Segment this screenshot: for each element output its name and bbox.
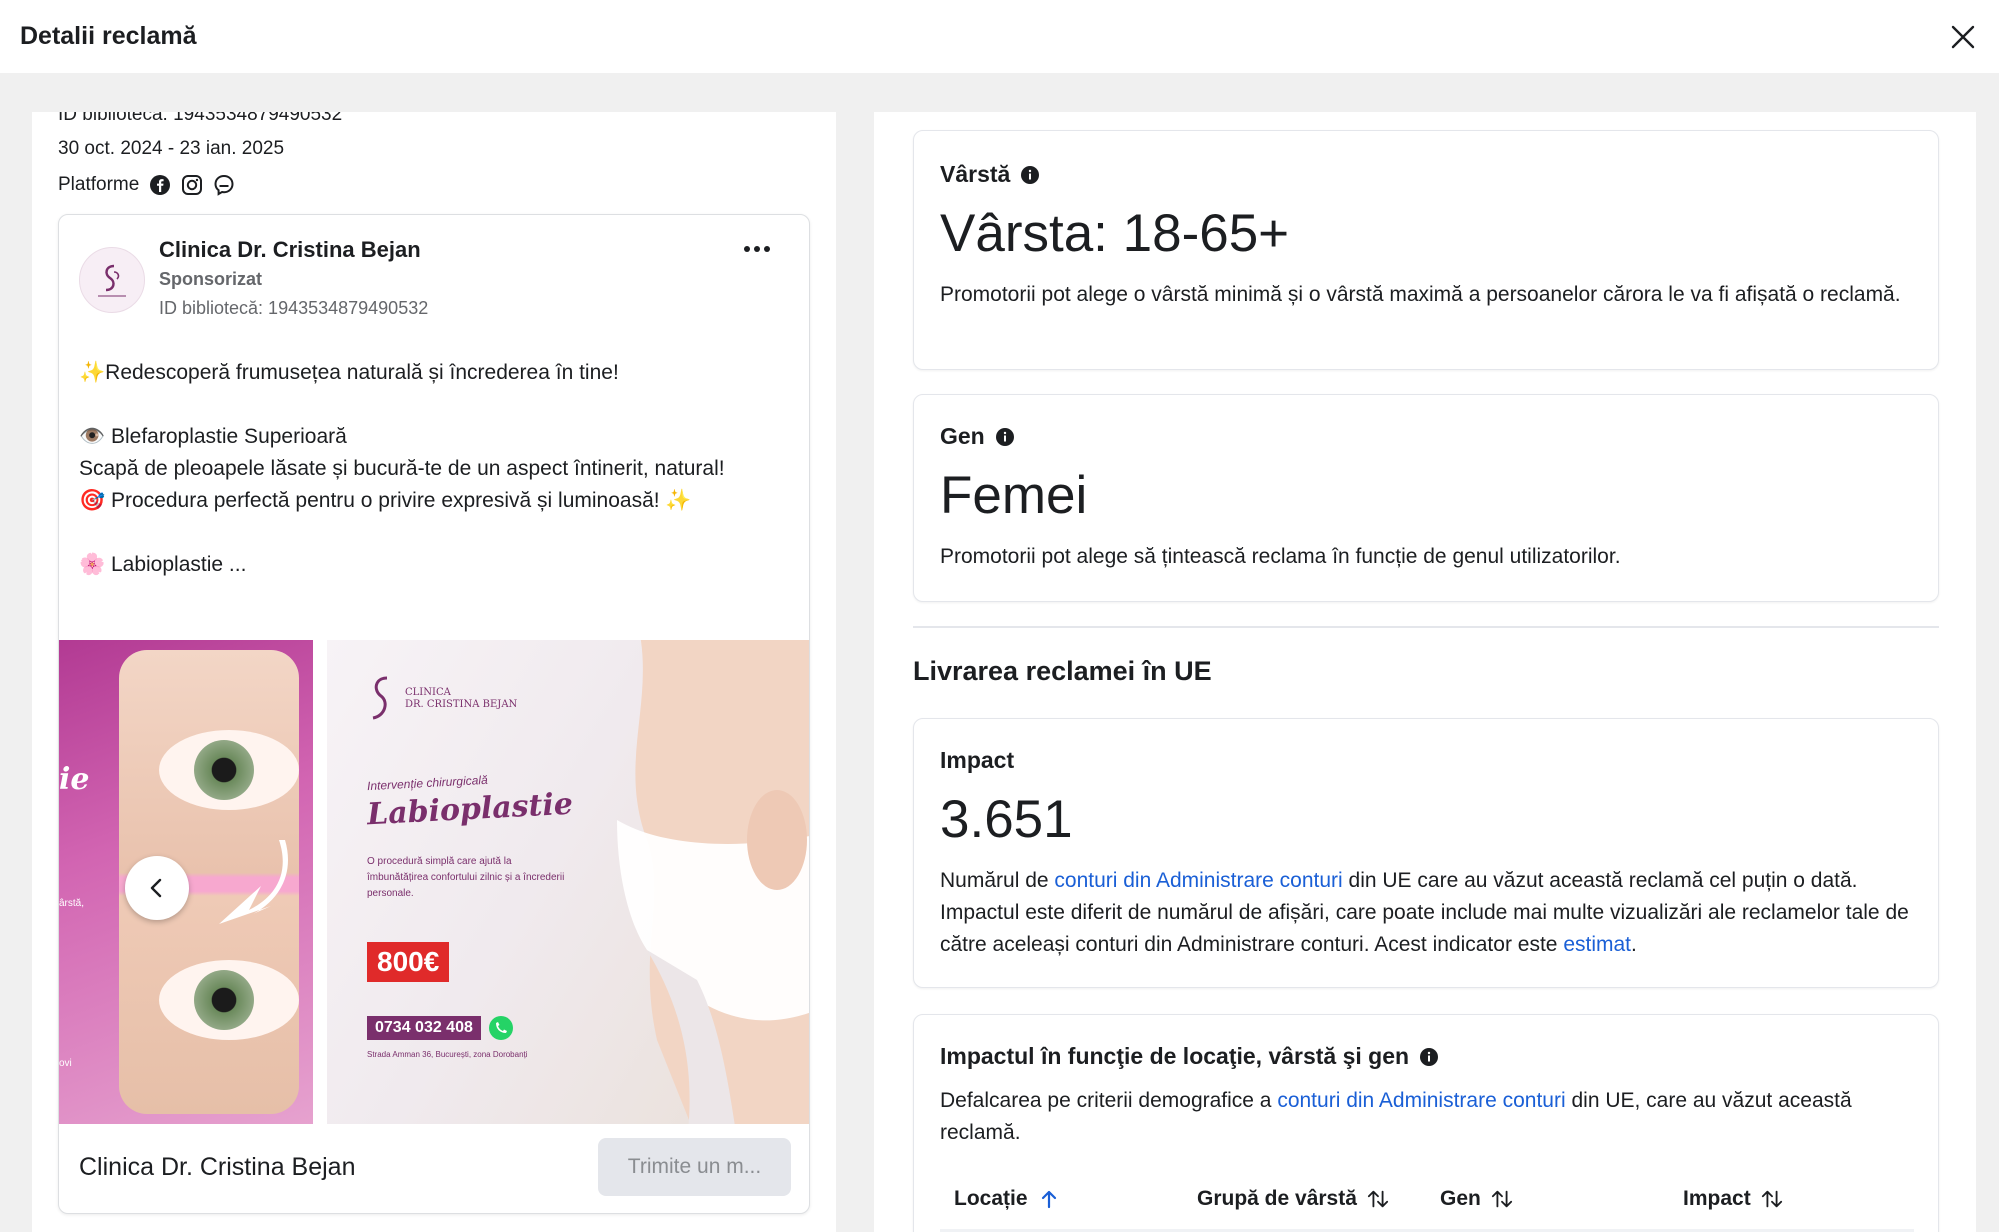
breakdown-card: Impactul în funcţie de locaţie, vârstă ş… [913, 1014, 1939, 1232]
ad-header: Clinica Dr. Cristina Bejan Sponsorizat I… [79, 235, 428, 323]
gender-card: Gen Femei Promotorii pot alege să țintea… [913, 394, 1939, 602]
age-value: Vârsta: 18-65+ [940, 204, 1290, 263]
column-label: Locație [954, 1187, 1028, 1210]
sort-icon [1367, 1188, 1389, 1210]
clinic-logo-icon [372, 676, 388, 720]
info-icon[interactable] [995, 427, 1015, 447]
ad-text-line: 🎯 Procedura perfectă pentru o privire ex… [79, 489, 692, 512]
phone-number: 0734 032 408 [367, 1016, 481, 1040]
column-label: Gen [1440, 1187, 1481, 1210]
column-header-impact[interactable]: Impact [1683, 1187, 1783, 1211]
dialog-title: Detalii reclamă [20, 22, 197, 50]
column-header-gender[interactable]: Gen [1440, 1187, 1513, 1211]
carousel-slide-labioplastie[interactable]: CLINICA DR. CRISTINA BEJAN Intervenție c… [327, 640, 809, 1124]
slide-headline-fragment: ie [59, 762, 90, 797]
library-id: ID bibliotecă: 1943534879490532 [159, 298, 429, 318]
sponsored-label: Sponsorizat [159, 269, 263, 289]
clinic-logo: CLINICA DR. CRISTINA BEJAN [367, 674, 517, 724]
ad-footer: Clinica Dr. Cristina Bejan Trimite un m.… [79, 1127, 791, 1207]
age-card: Vârstă Vârsta: 18-65+ Promotorii pot ale… [913, 130, 1939, 370]
slide-address: Strada Amman 36, București, zona Doroban… [367, 1050, 528, 1059]
slide-subtitle: Intervenție chirurgicală [366, 772, 489, 794]
whatsapp-icon [488, 1016, 513, 1040]
impact-description: Numărul de conturi din Administrare cont… [940, 865, 1920, 961]
ad-date-range: 30 oct. 2024 - 23 ian. 2025 [58, 138, 285, 159]
estimated-link[interactable]: estimat [1563, 933, 1631, 956]
clinic-logo-icon [98, 264, 126, 297]
sort-icon [1761, 1188, 1783, 1210]
eye-bottom [159, 960, 299, 1040]
slide-description: O procedură simplă care ajută la îmbunăt… [367, 856, 565, 899]
impact-title: Impact [940, 747, 1015, 773]
carousel-prev-button[interactable] [125, 856, 189, 920]
footer-advertiser-name: Clinica Dr. Cristina Bejan [79, 1152, 356, 1181]
ad-text-line: 👁️ Blefaroplastie Superioară [79, 425, 347, 448]
breakdown-title-text: Impactul în funcţie de locaţie, vârstă ş… [940, 1043, 1410, 1069]
accounts-center-link[interactable]: conturi din Administrare conturi [1054, 869, 1342, 892]
ad-text-line: ✨Redescoperă frumusețea naturală și încr… [79, 361, 619, 384]
column-header-age-group[interactable]: Grupă de vârstă [1197, 1187, 1389, 1211]
ad-body-text: ✨Redescoperă frumusețea naturală și încr… [79, 357, 799, 581]
eu-delivery-title: Livrarea reclamei în UE [913, 656, 1212, 686]
gender-value: Femei [940, 466, 1088, 525]
slide-text-fragment: ârstă, [59, 898, 85, 909]
sort-icon [1491, 1188, 1513, 1210]
age-title-text: Vârstă [940, 161, 1011, 187]
platforms-label: Platforme [58, 174, 140, 195]
gender-title-text: Gen [940, 423, 985, 449]
ad-text-line: 🌸 Labioplastie ... [79, 553, 247, 576]
breakdown-description: Defalcarea pe criterii demografice a con… [940, 1085, 1920, 1149]
price-badge: 800€ [367, 942, 450, 982]
column-header-location[interactable]: Locație [954, 1187, 1060, 1211]
impact-value: 3.651 [940, 790, 1073, 849]
send-message-button[interactable]: Trimite un m... [598, 1138, 791, 1196]
sort-ascending-icon [1038, 1188, 1060, 1210]
column-label: Impact [1683, 1187, 1751, 1210]
more-options-button[interactable] [741, 237, 773, 261]
breakdown-desc-text: Defalcarea pe criterii demografice a [940, 1089, 1278, 1112]
slide-title: Labioplastie [366, 786, 574, 833]
ad-details-panel: Vârstă Vârsta: 18-65+ Promotorii pot ale… [874, 112, 1976, 1232]
messenger-icon [213, 174, 235, 196]
platforms-row: Platforme [58, 174, 235, 196]
library-id-cut: ID bibliotecă: 1943534879490532 [58, 112, 343, 125]
logo-text: DR. CRISTINA BEJAN [405, 699, 518, 710]
accounts-center-link[interactable]: conturi din Administrare conturi [1277, 1089, 1565, 1112]
info-icon[interactable] [1419, 1047, 1439, 1067]
eye-top [159, 730, 299, 810]
ad-text-line: Scapă de pleoapele lăsate și bucură-te d… [79, 457, 725, 480]
instagram-icon [181, 174, 203, 196]
arrow-icon [219, 840, 289, 924]
body-image [617, 640, 809, 1124]
ad-card: Clinica Dr. Cristina Bejan Sponsorizat I… [58, 214, 810, 1214]
column-label: Grupă de vârstă [1197, 1187, 1357, 1210]
chevron-left-icon [150, 878, 162, 898]
section-divider [913, 626, 1939, 628]
slide-text-fragment: ovi [59, 1058, 72, 1069]
phone-row: 0734 032 408 [367, 1014, 515, 1042]
breakdown-table-header: Locație Grupă de vârstă Gen Impact [940, 1175, 1914, 1223]
gender-description: Promotorii pot alege să țintească reclam… [940, 545, 1621, 568]
breakdown-card-title: Impactul în funcţie de locaţie, vârstă ş… [940, 1043, 1439, 1070]
advertiser-avatar[interactable] [79, 247, 145, 313]
dialog-header: Detalii reclamă [0, 0, 1999, 73]
age-description: Promotorii pot alege o vârstă minimă și … [940, 283, 1901, 306]
facebook-icon [149, 174, 171, 196]
logo-text: CLINICA [405, 687, 451, 698]
ad-image-carousel[interactable]: ie ârstă, ovi CLINICA DR. CRISTINA BEJAN [59, 640, 809, 1124]
ad-preview-panel: ID bibliotecă: 1943534879490532 30 oct. … [32, 112, 836, 1232]
advertiser-name[interactable]: Clinica Dr. Cristina Bejan [159, 235, 428, 265]
age-card-title: Vârstă [940, 161, 1040, 188]
more-horizontal-icon [744, 246, 770, 252]
info-icon[interactable] [1020, 165, 1040, 185]
impact-desc-text: Numărul de [940, 869, 1055, 892]
impact-card: Impact 3.651 Numărul de conturi din Admi… [913, 718, 1939, 988]
impact-desc-text: . [1631, 933, 1637, 956]
gender-card-title: Gen [940, 423, 1015, 450]
close-icon [1951, 25, 1975, 48]
close-button[interactable] [1947, 21, 1979, 53]
